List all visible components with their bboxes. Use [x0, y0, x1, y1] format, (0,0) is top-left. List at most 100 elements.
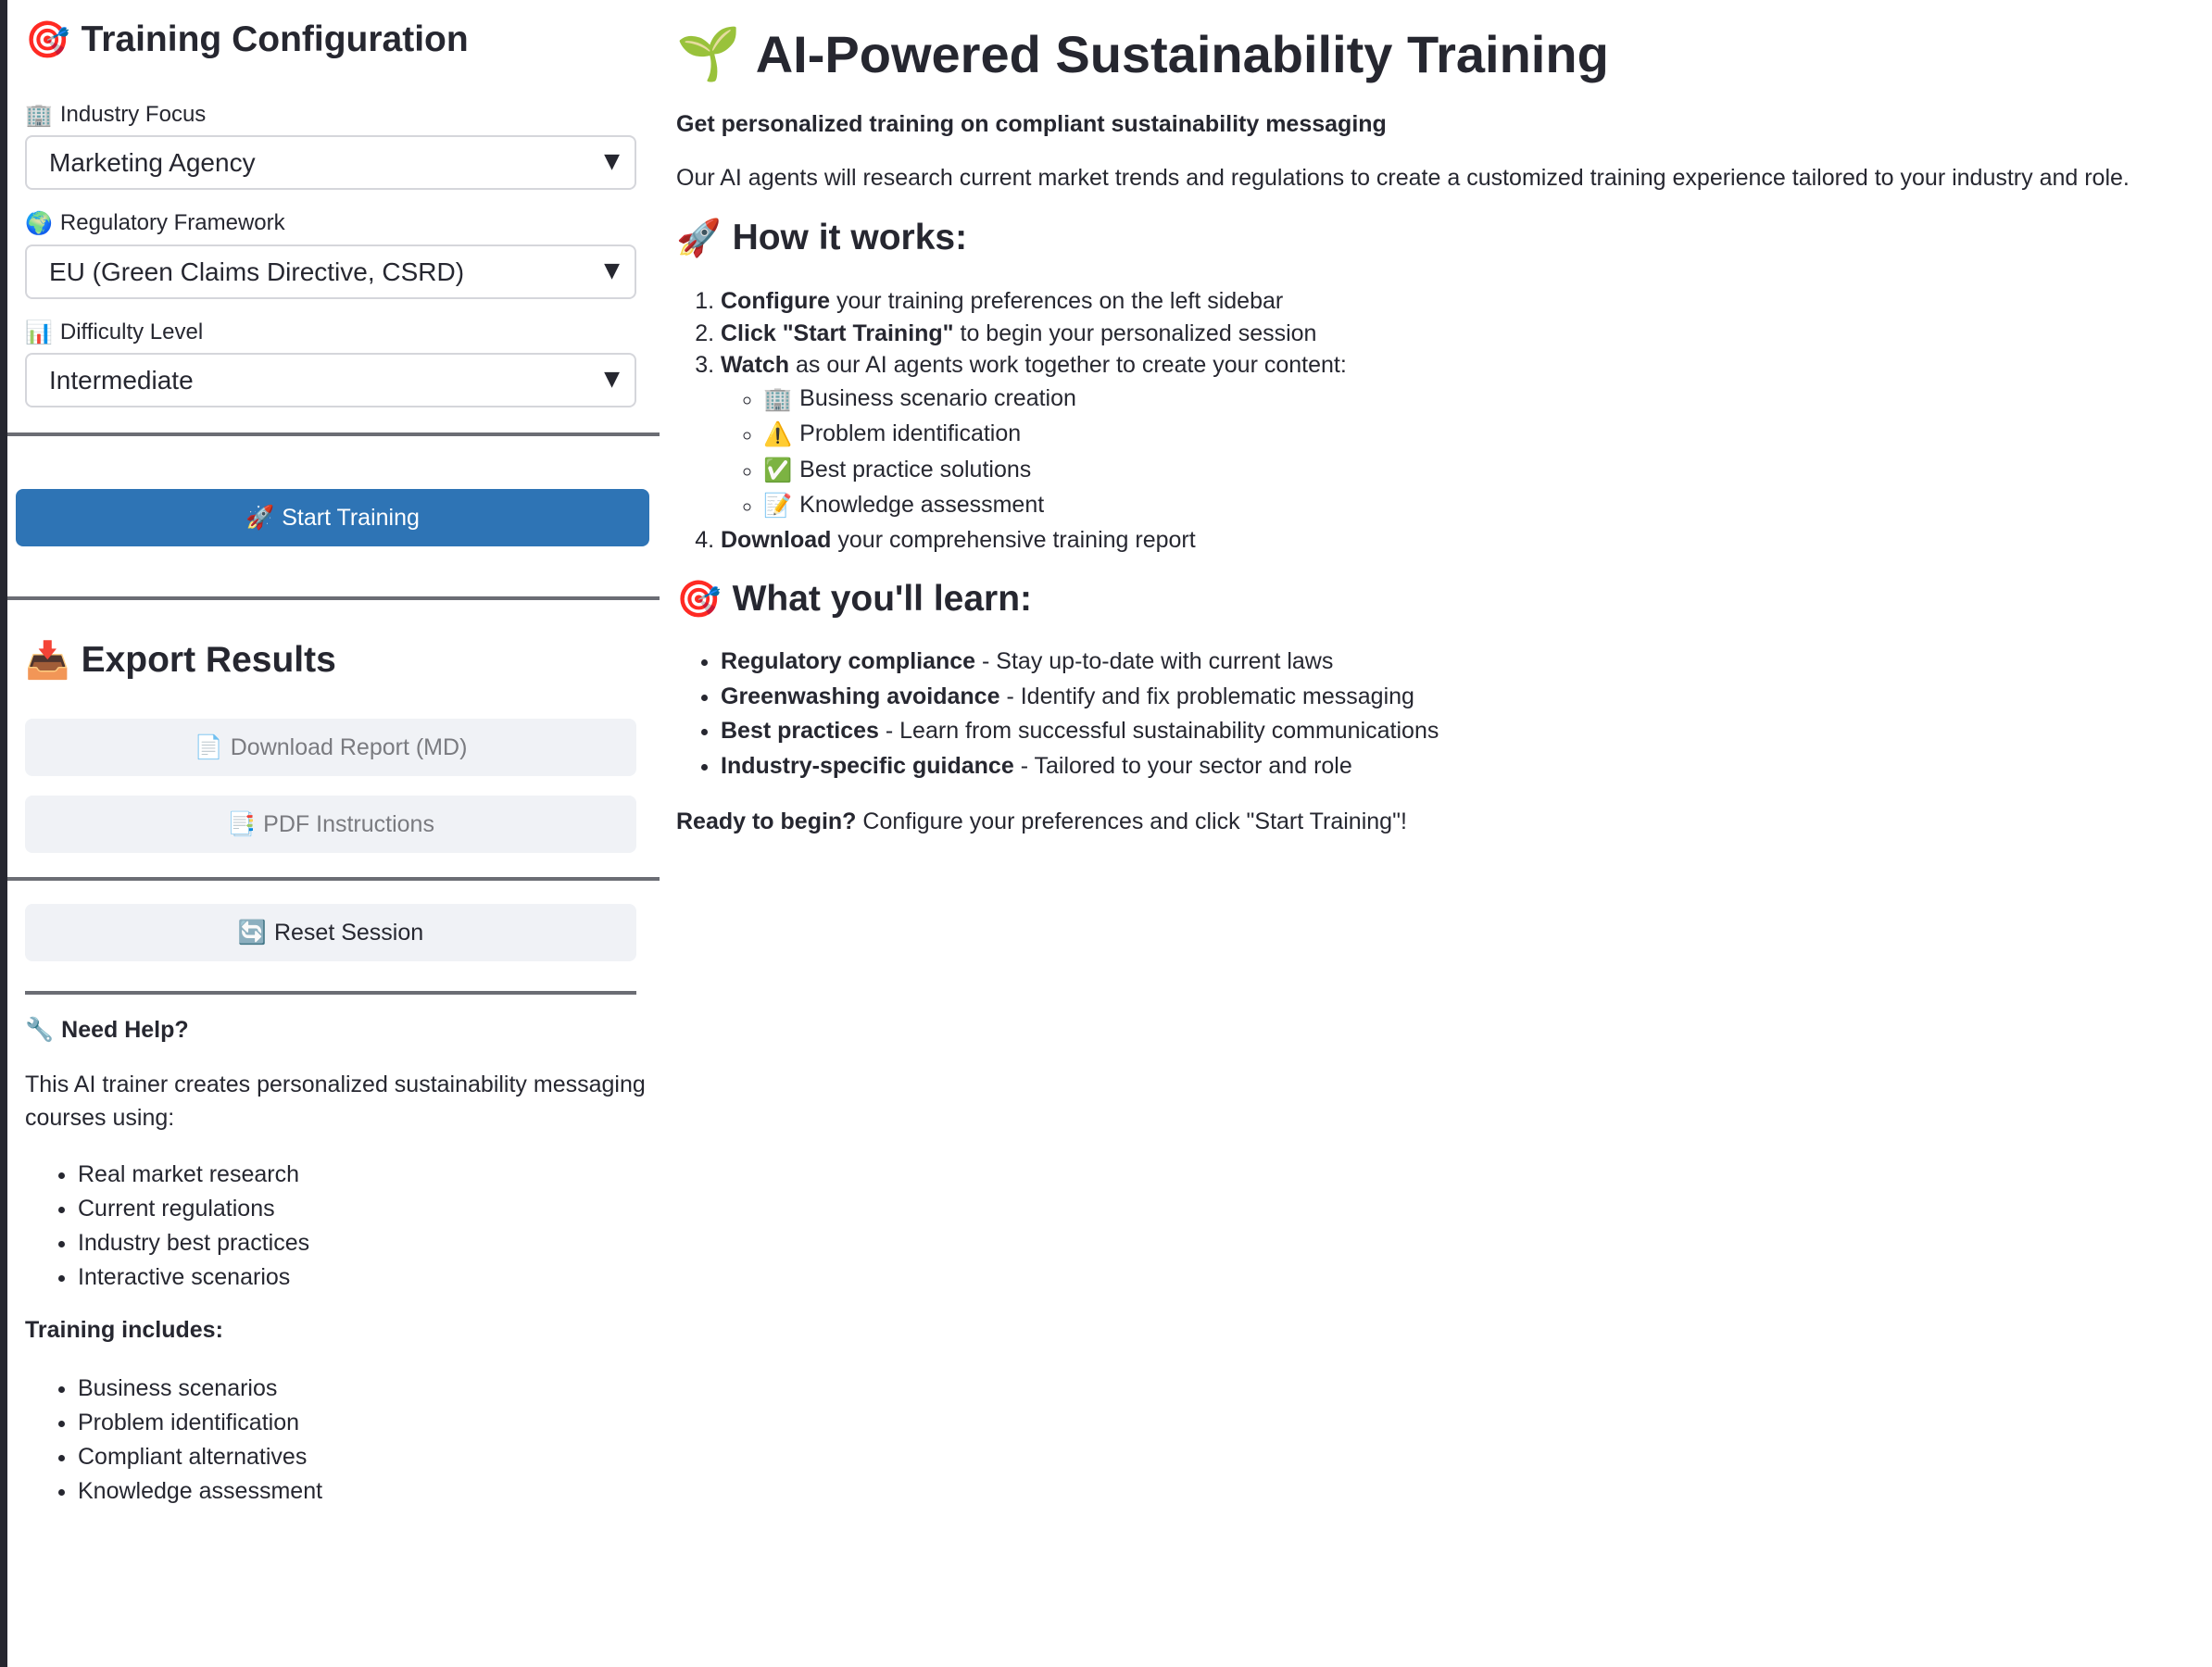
list-item: Business scenarios — [78, 1372, 322, 1406]
intro-text: Our AI agents will research current mark… — [676, 165, 2130, 191]
learn-item: Greenwashing avoidance - Identify and fi… — [721, 680, 1925, 715]
learn-item: Best practices - Learn from successful s… — [721, 714, 1925, 749]
warning-icon: ⚠️ — [763, 420, 793, 447]
list-item: Knowledge assessment — [78, 1474, 322, 1509]
step-item: Click "Start Training" to begin your per… — [721, 318, 1832, 350]
substep-text: Knowledge assessment — [799, 492, 1045, 518]
steps-list: Configure your training preferences on t… — [676, 285, 1832, 556]
chevron-down-icon: ▼ — [604, 368, 620, 391]
list-item: Problem identification — [78, 1406, 322, 1440]
reset-session-button[interactable]: 🔄 Reset Session — [25, 904, 636, 961]
includes-list: Business scenarios Problem identificatio… — [25, 1372, 322, 1509]
pdf-instructions-button[interactable]: 📑 PDF Instructions — [25, 796, 636, 853]
industry-focus-label-text: Industry Focus — [59, 102, 207, 127]
rocket-icon: 🚀 — [676, 218, 722, 259]
step-item: Configure your training preferences on t… — [721, 285, 1832, 318]
difficulty-level-select[interactable]: Intermediate ▼ — [25, 353, 636, 407]
learn-bold: Regulatory compliance — [721, 648, 976, 674]
ready-bold: Ready to begin? — [676, 808, 857, 834]
help-list: Real market research Current regulations… — [25, 1158, 309, 1295]
target-icon: 🎯 — [25, 19, 70, 61]
pdf-instructions-label: PDF Instructions — [263, 810, 434, 837]
learn-text: - Learn from successful sustainability c… — [878, 718, 1439, 744]
industry-focus-value: Marketing Agency — [49, 147, 256, 177]
sidebar: 🎯 Training Configuration 🏢 Industry Focu… — [7, 0, 660, 1667]
regulatory-framework-value: EU (Green Claims Directive, CSRD) — [49, 257, 465, 286]
chevron-down-icon: ▼ — [604, 150, 620, 173]
learn-text: - Tailored to your sector and role — [1013, 752, 1352, 779]
reset-session-label: Reset Session — [273, 919, 424, 946]
export-results-title: 📥 Export Results — [25, 639, 336, 682]
office-building-icon: 🏢 — [25, 102, 53, 128]
difficulty-level-value: Intermediate — [49, 365, 194, 395]
learn-item: Regulatory compliance - Stay up-to-date … — [721, 645, 1925, 680]
target-icon: 🎯 — [676, 579, 722, 620]
download-report-label: Download Report (MD) — [230, 733, 468, 760]
substep-item: 📝Knowledge assessment — [763, 488, 1832, 524]
step-bold: Configure — [721, 288, 831, 314]
difficulty-level-label-text: Difficulty Level — [59, 320, 204, 345]
what-youll-learn-title: 🎯 What you'll learn: — [676, 578, 1032, 620]
rocket-icon: 🚀 — [245, 504, 275, 531]
download-report-button[interactable]: 📄 Download Report (MD) — [25, 719, 636, 776]
step-text: to begin your personalized session — [953, 320, 1317, 346]
how-it-works-title: 🚀 How it works: — [676, 217, 967, 259]
export-title-text: Export Results — [81, 640, 336, 680]
learn-bold: Industry-specific guidance — [721, 752, 1014, 779]
divider — [7, 877, 660, 881]
industry-focus-select[interactable]: Marketing Agency ▼ — [25, 135, 636, 190]
page-title-text: AI-Powered Sustainability Training — [755, 24, 1609, 83]
start-training-button[interactable]: 🚀 Start Training — [16, 489, 649, 546]
regulatory-framework-select[interactable]: EU (Green Claims Directive, CSRD) ▼ — [25, 244, 636, 299]
learn-bold: Best practices — [721, 718, 879, 744]
divider — [7, 432, 660, 436]
substep-text: Best practice solutions — [799, 456, 1032, 483]
step-item: Download your comprehensive training rep… — [721, 524, 1832, 557]
how-it-works-text: How it works: — [732, 218, 968, 257]
list-item: Real market research — [78, 1158, 309, 1192]
list-item: Interactive scenarios — [78, 1260, 309, 1295]
wrench-icon: 🔧 — [25, 1016, 55, 1043]
step-bold: Click "Start Training" — [721, 320, 954, 346]
training-includes-title: Training includes: — [25, 1317, 223, 1343]
substep-text: Problem identification — [799, 420, 1022, 446]
regulatory-framework-label-text: Regulatory Framework — [59, 210, 285, 235]
seedling-icon: 🌱 — [676, 24, 741, 84]
industry-focus-label: 🏢 Industry Focus — [25, 102, 206, 128]
difficulty-level-label: 📊 Difficulty Level — [25, 320, 203, 345]
page-subtitle: Get personalized training on compliant s… — [676, 111, 1387, 137]
need-help-title: 🔧 Need Help? — [25, 1016, 189, 1044]
learn-text: - Identify and fix problematic messaging — [999, 683, 1414, 709]
step-text: as our AI agents work together to create… — [789, 352, 1347, 378]
ready-rest: Configure your preferences and click "St… — [856, 808, 1407, 834]
regulatory-framework-label: 🌍 Regulatory Framework — [25, 210, 285, 236]
divider — [7, 596, 660, 600]
help-description: This AI trainer creates personalized sus… — [25, 1072, 646, 1131]
chevron-down-icon: ▼ — [604, 259, 620, 282]
ready-text: Ready to begin? Configure your preferenc… — [676, 808, 1407, 835]
substep-item: ✅Best practice solutions — [763, 453, 1832, 489]
list-item: Industry best practices — [78, 1226, 309, 1260]
bookmark-tabs-icon: 📑 — [227, 810, 257, 837]
list-item: Compliant alternatives — [78, 1440, 322, 1474]
what-youll-learn-text: What you'll learn: — [732, 579, 1033, 619]
refresh-icon: 🔄 — [237, 919, 267, 946]
substep-item: ⚠️Problem identification — [763, 417, 1832, 453]
memo-icon: 📝 — [763, 492, 793, 519]
main-content: 🌱 AI-Powered Sustainability Training Get… — [660, 0, 2212, 1667]
globe-icon: 🌍 — [25, 210, 53, 236]
step-text: your training preferences on the left si… — [830, 288, 1284, 314]
config-title-text: Training Configuration — [81, 19, 469, 59]
step-item: Watch as our AI agents work together to … — [721, 349, 1832, 524]
sidebar-config-title: 🎯 Training Configuration — [25, 19, 469, 61]
learn-item: Industry-specific guidance - Tailored to… — [721, 749, 1925, 784]
divider — [25, 991, 636, 995]
list-item: Current regulations — [78, 1192, 309, 1226]
learn-text: - Stay up-to-date with current laws — [975, 648, 1334, 674]
start-training-label: Start Training — [282, 504, 420, 531]
office-building-icon: 🏢 — [763, 384, 793, 412]
step-bold: Download — [721, 526, 832, 553]
page-title: 🌱 AI-Powered Sustainability Training — [676, 23, 1609, 84]
substeps-list: 🏢Business scenario creation ⚠️Problem id… — [721, 382, 1832, 524]
bar-chart-icon: 📊 — [25, 320, 53, 345]
